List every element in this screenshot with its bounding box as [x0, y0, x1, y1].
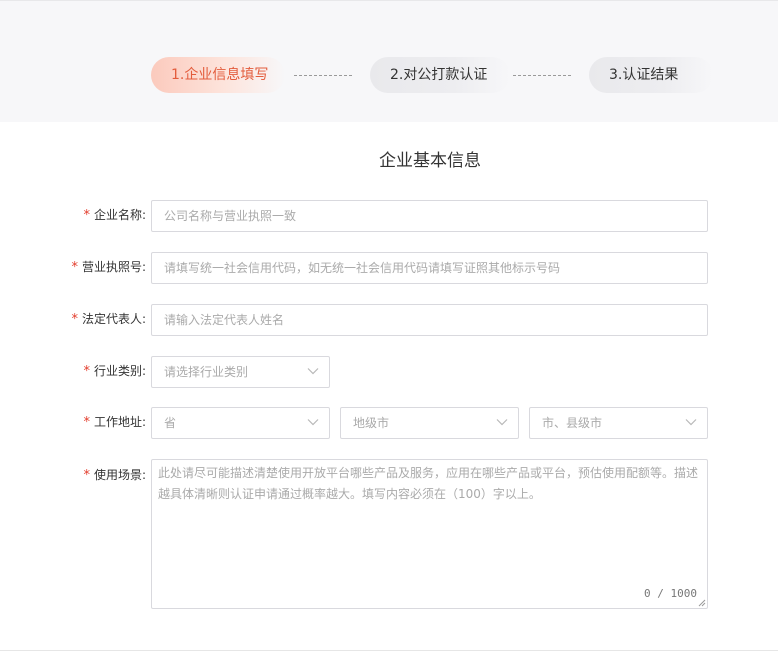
company-name-input[interactable]: 公司名称与营业执照一致 [151, 200, 708, 232]
footer-divider [0, 650, 778, 651]
required-mark: * [83, 208, 90, 223]
company-name-label: * 企业名称: [83, 208, 146, 223]
step-3-result: 3.认证结果 [589, 57, 713, 93]
step-connector [294, 75, 352, 76]
char-counter: 0 / 1000 [644, 587, 697, 600]
chevron-down-icon [685, 419, 697, 426]
step-1-company-info: 1.企业信息填写 [151, 57, 285, 93]
industry-select[interactable]: 请选择行业类别 [151, 356, 330, 388]
steps-header: 1.企业信息填写 2.对公打款认证 3.认证结果 [0, 0, 778, 122]
chevron-down-icon [496, 419, 508, 426]
province-select[interactable]: 省 [151, 407, 330, 439]
chevron-down-icon [307, 419, 319, 426]
required-mark: * [71, 312, 78, 327]
step-2-payment-verify: 2.对公打款认证 [370, 57, 510, 93]
province-select-value: 省 [164, 416, 177, 430]
address-label: * 工作地址: [83, 415, 146, 430]
step-connector [513, 75, 571, 76]
city-select-value: 地级市 [353, 416, 390, 430]
license-number-label: * 营业执照号: [71, 260, 146, 275]
form-title: 企业基本信息 [379, 151, 481, 171]
scenario-placeholder: 此处请尽可能描述清楚使用开放平台哪些产品及服务，应用在哪些产品或平台，预估使用配… [158, 466, 699, 501]
county-select[interactable]: 市、县级市 [529, 407, 708, 439]
required-mark: * [83, 415, 90, 430]
required-mark: * [83, 468, 90, 483]
legal-rep-input[interactable]: 请输入法定代表人姓名 [151, 304, 708, 336]
required-mark: * [83, 364, 90, 379]
scenario-label: * 使用场景: [83, 468, 146, 483]
resize-handle-icon[interactable] [698, 599, 706, 607]
license-number-input[interactable]: 请填写统一社会信用代码，如无统一社会信用代码请填写证照其他标示号码 [151, 252, 708, 284]
industry-select-value: 请选择行业类别 [164, 365, 249, 379]
scenario-textarea[interactable]: 此处请尽可能描述清楚使用开放平台哪些产品及服务，应用在哪些产品或平台，预估使用配… [151, 459, 708, 609]
county-select-value: 市、县级市 [542, 416, 603, 430]
required-mark: * [71, 260, 78, 275]
chevron-down-icon [307, 368, 319, 375]
legal-rep-label: * 法定代表人: [71, 312, 146, 327]
city-select[interactable]: 地级市 [340, 407, 519, 439]
industry-label: * 行业类别: [83, 364, 146, 379]
